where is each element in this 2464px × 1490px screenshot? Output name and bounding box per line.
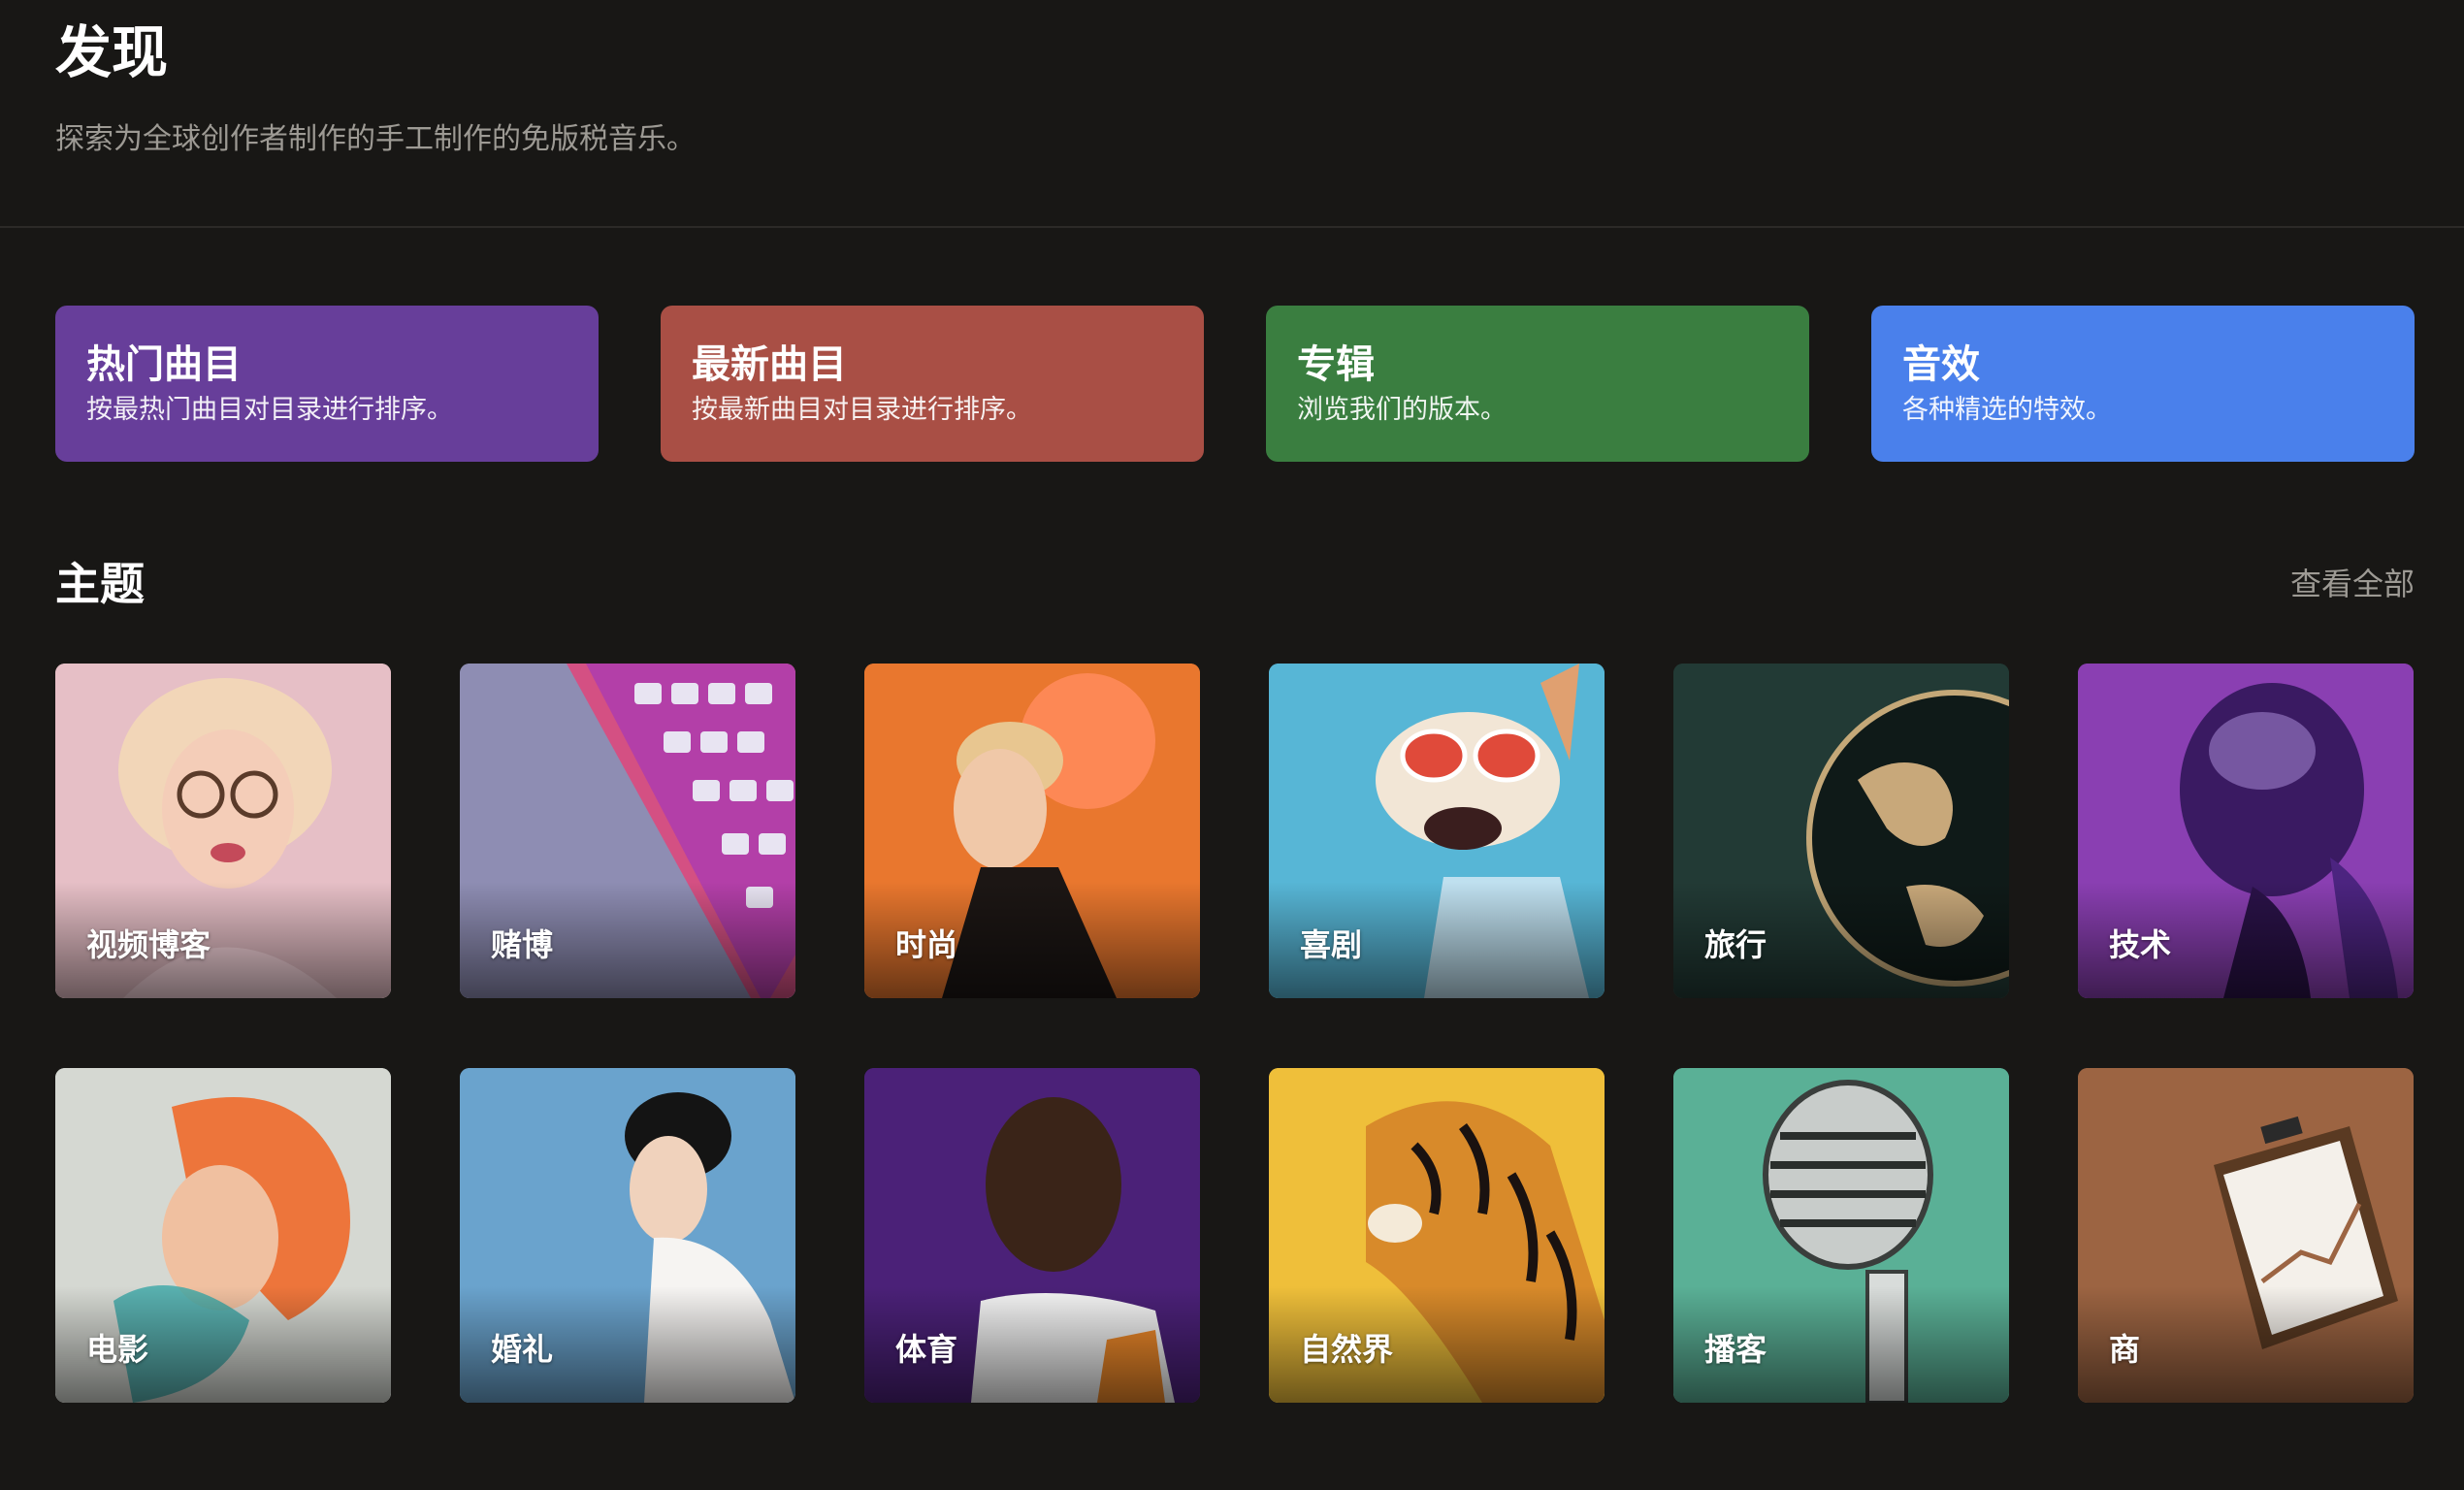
theme-label: 赌博 (491, 926, 554, 963)
page-title: 发现 (55, 19, 169, 85)
theme-card-film[interactable]: 电影 (55, 1068, 391, 1403)
category-card-popular[interactable]: 热门曲目 按最热门曲目对目录进行排序。 (55, 306, 599, 462)
category-card-sound-effects[interactable]: 音效 各种精选的特效。 (1871, 306, 2415, 462)
theme-card-technology[interactable]: 技术 (2078, 664, 2414, 998)
category-card-newest[interactable]: 最新曲目 按最新曲目对目录进行排序。 (661, 306, 1204, 462)
theme-label: 播客 (1704, 1331, 1767, 1368)
theme-label: 视频博客 (86, 926, 211, 963)
category-title: 热门曲目 (86, 342, 242, 387)
category-description: 各种精选的特效。 (1902, 395, 2112, 425)
category-description: 浏览我们的版本。 (1297, 395, 1507, 425)
theme-card-nature[interactable]: 自然界 (1269, 1068, 1605, 1403)
category-title: 最新曲目 (692, 342, 847, 387)
theme-card-gambling[interactable]: 赌博 (460, 664, 795, 998)
category-description: 按最新曲目对目录进行排序。 (692, 395, 1032, 425)
theme-label: 技术 (2109, 926, 2172, 963)
theme-card-wedding[interactable]: 婚礼 (460, 1068, 795, 1403)
theme-card-vlog[interactable]: 视频博客 (55, 664, 391, 998)
theme-label: 婚礼 (491, 1331, 554, 1368)
page-subtitle: 探索为全球创作者制作的手工制作的免版税音乐。 (55, 122, 696, 156)
theme-card-comedy[interactable]: 喜剧 (1269, 664, 1605, 998)
theme-card-travel[interactable]: 旅行 (1673, 664, 2009, 998)
category-card-albums[interactable]: 专辑 浏览我们的版本。 (1266, 306, 1809, 462)
theme-label: 喜剧 (1300, 926, 1363, 963)
theme-label: 旅行 (1704, 926, 1767, 963)
theme-card-fashion[interactable]: 时尚 (864, 664, 1200, 998)
theme-card-sports[interactable]: 体育 (864, 1068, 1200, 1403)
page-header: 发现 探索为全球创作者制作的手工制作的免版税音乐。 (55, 0, 2415, 227)
category-description: 按最热门曲目对目录进行排序。 (86, 395, 453, 425)
category-title: 音效 (1902, 342, 1980, 387)
category-title: 专辑 (1297, 342, 1375, 387)
view-all-link[interactable]: 查看全部 (2290, 563, 2415, 605)
theme-label: 时尚 (895, 926, 958, 963)
theme-card-business[interactable]: 商 (2078, 1068, 2414, 1403)
theme-label: 商 (2109, 1331, 2141, 1368)
header-divider (0, 226, 2464, 228)
theme-label: 自然界 (1300, 1331, 1394, 1368)
theme-label: 体育 (895, 1331, 958, 1368)
themes-section-title: 主题 (55, 558, 145, 610)
theme-card-podcast[interactable]: 播客 (1673, 1068, 2009, 1403)
theme-label: 电影 (86, 1331, 149, 1368)
